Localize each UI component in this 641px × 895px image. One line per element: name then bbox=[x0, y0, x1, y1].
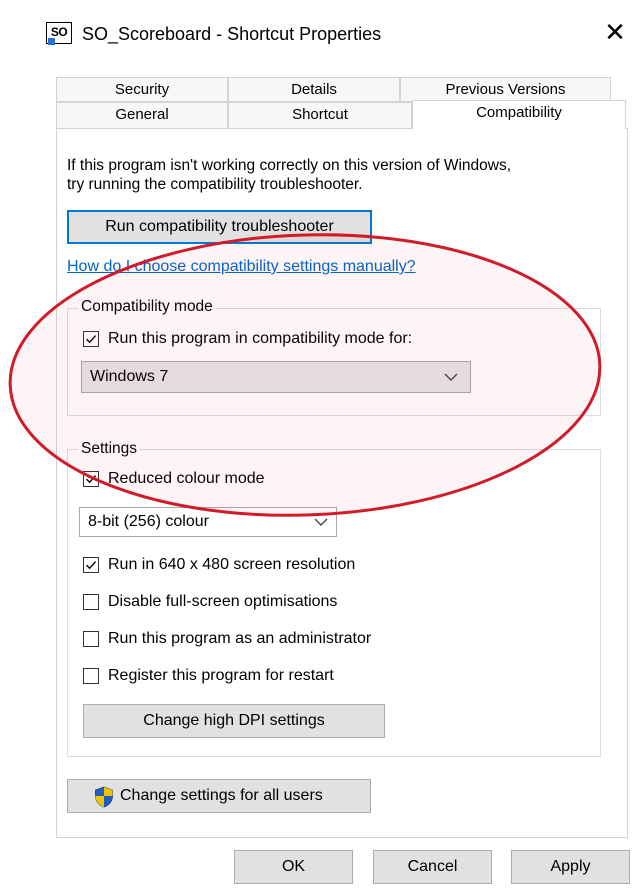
shortcut-arrow-icon bbox=[48, 38, 55, 45]
tab-previous-versions[interactable]: Previous Versions bbox=[400, 77, 611, 102]
res-640-label: Run in 640 x 480 screen resolution bbox=[108, 556, 356, 573]
manual-settings-link[interactable]: How do I choose compatibility settings m… bbox=[67, 258, 416, 276]
os-version-select[interactable]: Windows 7 bbox=[81, 361, 471, 393]
intro-line-1: If this program isn't working correctly … bbox=[67, 157, 512, 174]
settings-legend: Settings bbox=[78, 439, 141, 459]
title-bar: SO SO_Scoreboard - Shortcut Properties ✕ bbox=[0, 0, 641, 62]
register-restart-label: Register this program for restart bbox=[108, 667, 334, 684]
register-restart-checkbox[interactable] bbox=[83, 668, 99, 684]
reduced-colour-label: Reduced colour mode bbox=[108, 470, 265, 487]
window-title: SO_Scoreboard - Shortcut Properties bbox=[82, 24, 382, 44]
ok-button[interactable]: OK bbox=[234, 850, 353, 884]
compat-mode-checkbox[interactable] bbox=[83, 331, 99, 347]
checkmark-icon bbox=[85, 335, 97, 344]
reduced-colour-checkbox[interactable] bbox=[83, 471, 99, 487]
colour-depth-select[interactable]: 8-bit (256) colour bbox=[79, 507, 337, 537]
disable-fullscreen-checkbox[interactable] bbox=[83, 594, 99, 610]
chevron-down-icon bbox=[314, 518, 328, 526]
shortcut-app-icon: SO bbox=[46, 22, 72, 45]
res-640-checkbox[interactable] bbox=[83, 557, 99, 573]
close-icon: ✕ bbox=[604, 17, 626, 47]
colour-depth-value: 8-bit (256) colour bbox=[88, 513, 209, 530]
tab-compatibility[interactable]: Compatibility bbox=[412, 100, 626, 129]
compatibility-mode-legend: Compatibility mode bbox=[78, 297, 216, 317]
compat-mode-label: Run this program in compatibility mode f… bbox=[108, 330, 413, 347]
change-all-users-button[interactable]: Change settings for all users bbox=[67, 779, 371, 813]
run-admin-checkbox[interactable] bbox=[83, 631, 99, 647]
apply-button[interactable]: Apply bbox=[511, 850, 630, 884]
uac-shield-icon bbox=[95, 786, 113, 808]
tab-details[interactable]: Details bbox=[228, 77, 400, 102]
change-high-dpi-button[interactable]: Change high DPI settings bbox=[83, 704, 385, 738]
intro-line-2: try running the compatibility troublesho… bbox=[67, 176, 363, 193]
change-all-users-label: Change settings for all users bbox=[120, 787, 323, 804]
os-version-value: Windows 7 bbox=[90, 368, 169, 385]
run-admin-label: Run this program as an administrator bbox=[108, 630, 372, 647]
app-icon-text: SO bbox=[50, 25, 68, 39]
cancel-button[interactable]: Cancel bbox=[373, 850, 492, 884]
chevron-down-icon bbox=[444, 373, 458, 381]
close-button[interactable]: ✕ bbox=[600, 18, 630, 48]
run-troubleshooter-button[interactable]: Run compatibility troubleshooter bbox=[67, 210, 372, 244]
tab-shortcut[interactable]: Shortcut bbox=[228, 102, 412, 129]
tab-general[interactable]: General bbox=[56, 102, 228, 129]
checkmark-icon bbox=[85, 561, 97, 570]
tab-security[interactable]: Security bbox=[56, 77, 228, 102]
disable-fullscreen-label: Disable full-screen optimisations bbox=[108, 593, 338, 610]
checkmark-icon bbox=[85, 475, 97, 484]
